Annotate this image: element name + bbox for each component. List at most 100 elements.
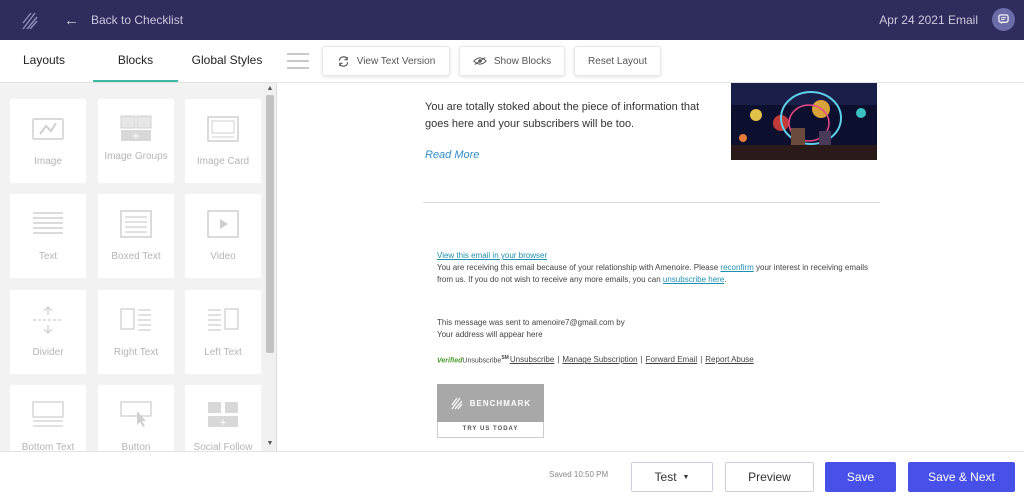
receiving-notice: You are receiving this email because of … bbox=[437, 262, 877, 286]
boxed-text-icon bbox=[120, 210, 152, 238]
footer-links: VerifiedUnsubscribeSM Unsubscribe | Mana… bbox=[437, 355, 754, 364]
receiving-text-post: . bbox=[724, 275, 727, 284]
benchmark-badge[interactable]: BENCHMARK TRY US TODAY bbox=[437, 384, 544, 438]
save-and-next-button[interactable]: Save & Next bbox=[908, 462, 1015, 492]
editor-toolbar: Layouts Blocks Global Styles View Text V… bbox=[0, 40, 1024, 83]
block-label: Video bbox=[210, 251, 236, 262]
block-label: Left Text bbox=[204, 347, 242, 358]
block-left-text[interactable]: Left Text bbox=[185, 290, 261, 374]
preview-button[interactable]: Preview bbox=[725, 462, 814, 492]
benchmark-logo-icon bbox=[451, 397, 463, 410]
block-label: Image Groups bbox=[104, 151, 168, 162]
sent-to-text: This message was sent to amenoire7@gmail… bbox=[437, 318, 625, 327]
back-label: Back to Checklist bbox=[91, 13, 184, 27]
block-label: Image Card bbox=[196, 156, 250, 167]
image-card-icon bbox=[207, 116, 239, 142]
refresh-icon bbox=[338, 55, 348, 67]
block-label: Divider bbox=[32, 347, 64, 358]
chat-icon[interactable] bbox=[992, 8, 1015, 31]
block-label: Bottom Text bbox=[21, 442, 75, 451]
verified-text: Verified bbox=[437, 357, 463, 365]
block-image[interactable]: Image bbox=[10, 99, 86, 183]
reset-layout-button[interactable]: Reset Layout bbox=[574, 46, 661, 76]
eye-hidden-icon bbox=[473, 57, 487, 65]
block-image-card[interactable]: Image Card bbox=[185, 99, 261, 183]
manage-subscription-link[interactable]: Manage Subscription bbox=[562, 355, 637, 364]
bottom-text-icon bbox=[32, 401, 64, 427]
block-boxed-text[interactable]: Boxed Text bbox=[98, 194, 174, 278]
block-video[interactable]: Video bbox=[185, 194, 261, 278]
block-label: Image bbox=[34, 156, 62, 167]
unsubscribe-here-link[interactable]: unsubscribe here bbox=[663, 275, 724, 284]
block-label: Right Text bbox=[113, 347, 159, 358]
tab-layouts[interactable]: Layouts bbox=[0, 40, 88, 82]
right-text-icon bbox=[120, 308, 151, 331]
link-separator: | bbox=[700, 355, 703, 365]
email-canvas: You are totally stoked about the piece o… bbox=[278, 83, 1024, 451]
block-image-groups[interactable]: + Image Groups bbox=[98, 99, 174, 183]
benchmark-logo-icon[interactable] bbox=[20, 8, 40, 32]
footer-actions: Saved 10:50 PM Test ▼ Preview Save Save … bbox=[0, 451, 1024, 496]
test-label: Test bbox=[654, 470, 677, 484]
button-icon bbox=[120, 401, 152, 427]
view-text-version-button[interactable]: View Text Version bbox=[322, 46, 450, 76]
menu-icon[interactable] bbox=[287, 53, 309, 70]
block-button[interactable]: Button bbox=[98, 385, 174, 451]
block-label: Text bbox=[38, 251, 58, 262]
address-text: Your address will appear here bbox=[437, 330, 543, 339]
image-groups-icon: + bbox=[120, 115, 152, 142]
app-header: ← Back to Checklist Apr 24 2021 Email bbox=[0, 0, 1024, 40]
blocks-scrollbar[interactable]: ▲ ▼ bbox=[264, 83, 276, 451]
verified-unsubscribe-logo: VerifiedUnsubscribeSM bbox=[437, 355, 509, 364]
divider-icon bbox=[33, 306, 63, 334]
tab-global-styles[interactable]: Global Styles bbox=[183, 40, 271, 82]
test-dropdown-button[interactable]: Test ▼ bbox=[631, 462, 713, 492]
forward-email-link[interactable]: Forward Email bbox=[646, 355, 698, 364]
blocks-panel: Image + Image Groups Image Card Text Box… bbox=[0, 83, 277, 451]
scroll-up-arrow-icon[interactable]: ▲ bbox=[266, 85, 274, 92]
unsubscribe-link[interactable]: Unsubscribe bbox=[510, 355, 554, 364]
saved-status: Saved 10:50 PM bbox=[549, 470, 609, 479]
save-button[interactable]: Save bbox=[825, 462, 896, 492]
benchmark-badge-text: BENCHMARK bbox=[469, 398, 532, 408]
svg-text:+: + bbox=[219, 418, 227, 428]
block-label: Boxed Text bbox=[111, 251, 161, 262]
text-icon bbox=[33, 212, 63, 234]
left-text-icon bbox=[208, 308, 239, 331]
try-us-today-text: TRY US TODAY bbox=[437, 422, 544, 438]
benchmark-badge-logo: BENCHMARK bbox=[437, 384, 544, 422]
block-label: Social Follow bbox=[193, 442, 253, 451]
link-separator: | bbox=[557, 355, 560, 365]
show-blocks-button[interactable]: Show Blocks bbox=[459, 46, 565, 76]
caret-down-icon: ▼ bbox=[682, 473, 690, 481]
email-footer: View this email in your browser You are … bbox=[437, 250, 877, 286]
article-body-text[interactable]: You are totally stoked about the piece o… bbox=[425, 99, 703, 133]
receiving-text-pre: You are receiving this email because of … bbox=[437, 263, 721, 272]
block-text[interactable]: Text bbox=[10, 194, 86, 278]
view-text-version-label: View Text Version bbox=[356, 55, 436, 67]
link-separator: | bbox=[640, 355, 643, 365]
content-divider bbox=[423, 202, 880, 203]
sent-to-notice: This message was sent to amenoire7@gmail… bbox=[437, 317, 625, 341]
arrow-left-icon: ← bbox=[64, 11, 79, 29]
view-in-browser-link[interactable]: View this email in your browser bbox=[437, 251, 547, 260]
block-social-follow[interactable]: + Social Follow bbox=[185, 385, 261, 451]
social-follow-icon: + bbox=[208, 402, 238, 428]
block-bottom-text[interactable]: Bottom Text bbox=[10, 385, 86, 451]
read-more-link[interactable]: Read More bbox=[425, 149, 479, 161]
video-icon bbox=[207, 210, 239, 238]
svg-text:+: + bbox=[132, 131, 140, 142]
block-label: Button bbox=[121, 442, 151, 451]
tab-blocks[interactable]: Blocks bbox=[93, 40, 178, 82]
verified-unsubscribe-text: Unsubscribe bbox=[462, 357, 502, 365]
report-abuse-link[interactable]: Report Abuse bbox=[705, 355, 753, 364]
show-blocks-label: Show Blocks bbox=[493, 55, 552, 67]
reconfirm-link[interactable]: reconfirm bbox=[720, 263, 753, 272]
email-title: Apr 24 2021 Email bbox=[879, 13, 978, 27]
article-image[interactable] bbox=[731, 83, 877, 160]
scroll-down-arrow-icon[interactable]: ▼ bbox=[266, 440, 274, 447]
scrollbar-thumb[interactable] bbox=[266, 95, 274, 353]
back-to-checklist-link[interactable]: ← Back to Checklist bbox=[64, 0, 183, 40]
block-divider[interactable]: Divider bbox=[10, 290, 86, 374]
block-right-text[interactable]: Right Text bbox=[98, 290, 174, 374]
